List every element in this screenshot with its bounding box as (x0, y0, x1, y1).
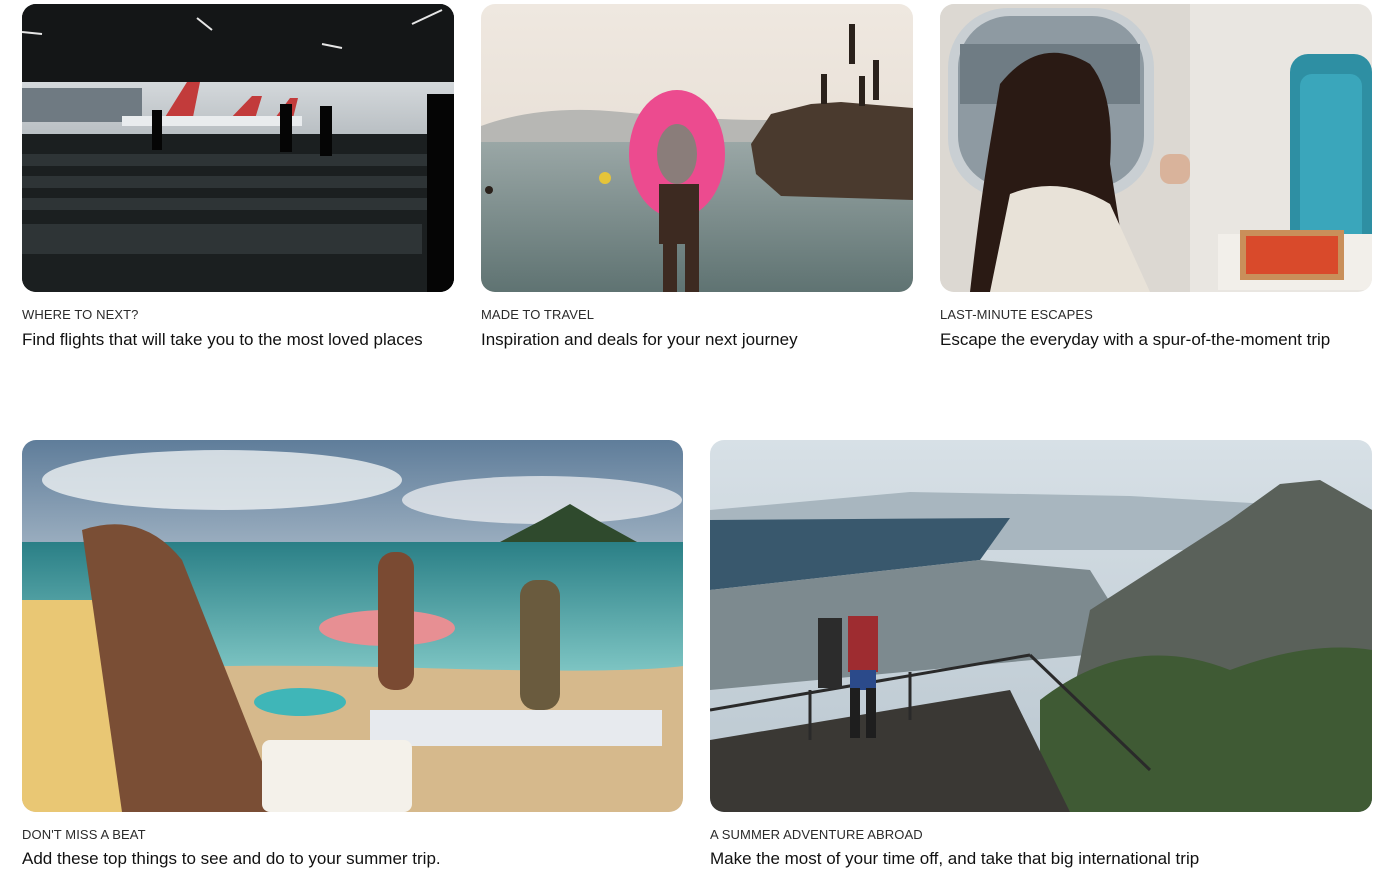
card-eyebrow: WHERE TO NEXT? (22, 307, 139, 322)
card-headline[interactable]: Escape the everyday with a spur-of-the-m… (940, 329, 1350, 351)
beach-swim-ring-photo[interactable] (481, 4, 913, 292)
card-headline[interactable]: Inspiration and deals for your next jour… (481, 329, 891, 351)
card-headline[interactable]: Add these top things to see and do to yo… (22, 848, 682, 870)
airplane-window-seat-photo[interactable] (940, 4, 1372, 292)
airport-terminal-photo[interactable] (22, 4, 454, 292)
family-beach-day-photo[interactable] (22, 440, 683, 812)
card-eyebrow: LAST-MINUTE ESCAPES (940, 307, 1093, 322)
card-eyebrow: MADE TO TRAVEL (481, 307, 595, 322)
card-headline[interactable]: Make the most of your time off, and take… (710, 848, 1370, 870)
card-headline[interactable]: Find flights that will take you to the m… (22, 329, 432, 351)
mountain-viewpoint-city-photo[interactable] (710, 440, 1372, 812)
card-eyebrow: DON'T MISS A BEAT (22, 827, 146, 842)
card-eyebrow: A SUMMER ADVENTURE ABROAD (710, 827, 923, 842)
